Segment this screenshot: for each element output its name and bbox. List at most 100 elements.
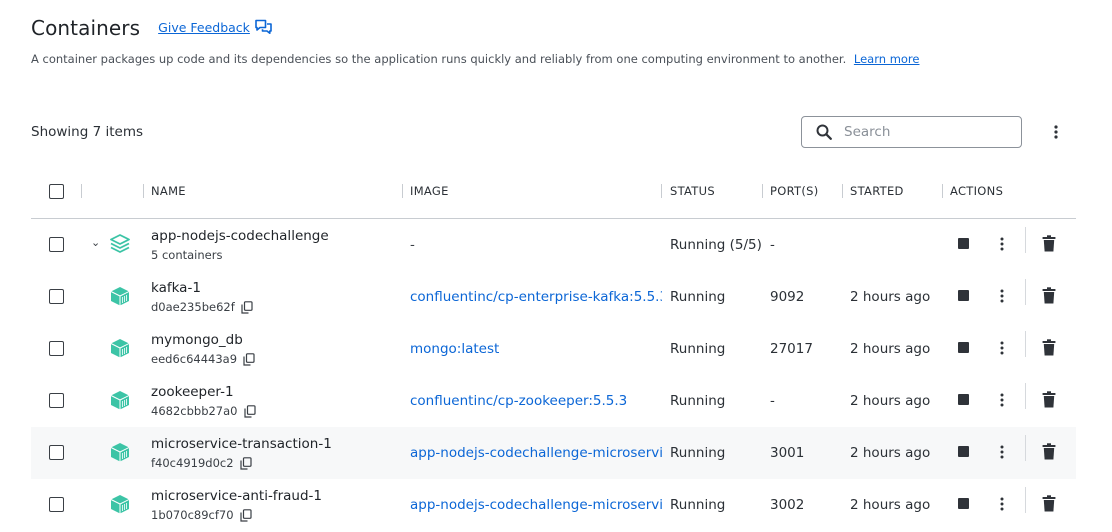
container-status: Running — [670, 497, 726, 513]
trash-icon[interactable] — [1042, 339, 1056, 356]
table-row[interactable]: kafka-1 d0ae235be62f confluentinc/cp-ent… — [31, 271, 1076, 323]
trash-icon[interactable] — [1042, 443, 1056, 460]
description-text: A container packages up code and its dep… — [31, 52, 847, 66]
stop-icon[interactable] — [958, 290, 969, 301]
copy-icon[interactable] — [241, 300, 253, 314]
page-title: Containers — [31, 16, 141, 40]
container-port: - — [770, 393, 775, 409]
table-row[interactable]: microservice-transaction-1 f40c4919d0c2 … — [31, 427, 1076, 479]
container-id: 1b070c89cf70 — [151, 508, 252, 522]
table-row-group[interactable]: ⌄ app-nodejs-codechallenge 5 containers … — [31, 219, 1076, 271]
container-image: - — [410, 237, 415, 253]
column-divider[interactable] — [661, 184, 662, 198]
column-header-ports[interactable]: PORT(S) — [770, 184, 819, 198]
container-status: Running — [670, 289, 726, 305]
container-id: d0ae235be62f — [151, 300, 253, 314]
table-header: NAME IMAGE STATUS PORT(S) STARTED ACTION… — [31, 172, 1076, 219]
container-started: 2 hours ago — [850, 289, 931, 305]
row-checkbox[interactable] — [49, 393, 64, 408]
container-started: 2 hours ago — [850, 445, 931, 461]
column-divider[interactable] — [402, 184, 403, 198]
row-checkbox[interactable] — [49, 237, 64, 252]
column-header-started[interactable]: STARTED — [850, 184, 904, 198]
stop-icon[interactable] — [958, 342, 969, 353]
column-divider[interactable] — [942, 184, 943, 198]
container-status: Running — [670, 445, 726, 461]
container-id-text: d0ae235be62f — [151, 300, 235, 314]
container-image-link[interactable]: confluentinc/cp-enterprise-kafka:5.5.3 — [410, 289, 662, 305]
column-header-image[interactable]: IMAGE — [410, 184, 449, 198]
container-image-link[interactable]: confluentinc/cp-zookeeper:5.5.3 — [410, 393, 627, 409]
trash-icon[interactable] — [1042, 235, 1056, 252]
trash-icon[interactable] — [1042, 287, 1056, 304]
action-divider — [1025, 279, 1026, 305]
column-divider[interactable] — [143, 184, 144, 198]
copy-icon[interactable] — [243, 352, 255, 366]
container-port: 3001 — [770, 445, 805, 461]
container-cube-icon — [110, 391, 130, 410]
container-started: 2 hours ago — [850, 393, 931, 409]
container-started: 2 hours ago — [850, 341, 931, 357]
kebab-menu-icon[interactable] — [995, 287, 1009, 305]
containers-page: Containers Give Feedback A container pac… — [0, 0, 1112, 532]
container-id: eed6c64443a9 — [151, 352, 255, 366]
action-divider — [1025, 435, 1026, 461]
kebab-menu-icon[interactable] — [995, 443, 1009, 461]
container-image-link[interactable]: app-nodejs-codechallenge-microservice-an… — [410, 497, 662, 513]
container-name[interactable]: app-nodejs-codechallenge — [151, 228, 329, 244]
stop-icon[interactable] — [958, 498, 969, 509]
table-row[interactable]: microservice-anti-fraud-1 1b070c89cf70 a… — [31, 479, 1076, 531]
stop-icon[interactable] — [958, 394, 969, 405]
row-checkbox[interactable] — [49, 445, 64, 460]
containers-table: NAME IMAGE STATUS PORT(S) STARTED ACTION… — [31, 172, 1076, 531]
copy-icon[interactable] — [243, 404, 256, 418]
container-name[interactable]: microservice-anti-fraud-1 — [151, 488, 322, 504]
container-port: 9092 — [770, 289, 805, 305]
container-id-text: f40c4919d0c2 — [151, 456, 234, 470]
column-header-status[interactable]: STATUS — [670, 184, 715, 198]
row-checkbox[interactable] — [49, 497, 64, 512]
kebab-menu-icon[interactable] — [995, 339, 1009, 357]
container-id-text: 1b070c89cf70 — [151, 508, 234, 522]
column-divider[interactable] — [762, 184, 763, 198]
column-divider[interactable] — [842, 184, 843, 198]
container-cube-icon — [110, 495, 130, 514]
table-row[interactable]: mymongo_db eed6c64443a9 mongo:latest Run… — [31, 323, 1076, 375]
row-checkbox[interactable] — [49, 341, 64, 356]
copy-icon[interactable] — [239, 456, 252, 470]
chat-bubbles-icon[interactable] — [255, 19, 272, 34]
container-port: - — [770, 237, 775, 253]
table-options-kebab-icon[interactable] — [1047, 122, 1065, 142]
title-row: Containers Give Feedback — [31, 16, 272, 40]
container-image-link[interactable]: mongo:latest — [410, 341, 499, 357]
stop-icon[interactable] — [958, 238, 969, 249]
column-header-name[interactable]: NAME — [151, 184, 186, 198]
kebab-menu-icon[interactable] — [995, 495, 1009, 513]
chevron-down-icon[interactable]: ⌄ — [91, 236, 100, 249]
stack-layers-icon — [110, 234, 130, 253]
container-status: Running — [670, 393, 726, 409]
select-all-checkbox[interactable] — [49, 184, 64, 199]
container-id: f40c4919d0c2 — [151, 456, 252, 470]
container-name[interactable]: zookeeper-1 — [151, 384, 234, 400]
container-image-link[interactable]: app-nodejs-codechallenge-microservice-tr… — [410, 445, 662, 461]
container-name[interactable]: microservice-transaction-1 — [151, 436, 332, 452]
row-checkbox[interactable] — [49, 289, 64, 304]
trash-icon[interactable] — [1042, 495, 1056, 512]
kebab-menu-icon[interactable] — [995, 391, 1009, 409]
stop-icon[interactable] — [958, 446, 969, 457]
container-cube-icon — [110, 287, 130, 306]
container-name[interactable]: kafka-1 — [151, 280, 201, 296]
action-divider — [1025, 227, 1026, 253]
search-box[interactable] — [801, 116, 1022, 148]
search-input[interactable] — [844, 124, 1004, 140]
table-row[interactable]: zookeeper-1 4682cbbb27a0 confluentinc/cp… — [31, 375, 1076, 427]
container-name[interactable]: mymongo_db — [151, 332, 243, 348]
trash-icon[interactable] — [1042, 391, 1056, 408]
column-divider[interactable] — [81, 184, 82, 198]
learn-more-link[interactable]: Learn more — [854, 52, 920, 66]
container-started: 2 hours ago — [850, 497, 931, 513]
copy-icon[interactable] — [239, 508, 252, 522]
give-feedback-link[interactable]: Give Feedback — [158, 20, 250, 35]
kebab-menu-icon[interactable] — [995, 235, 1009, 253]
